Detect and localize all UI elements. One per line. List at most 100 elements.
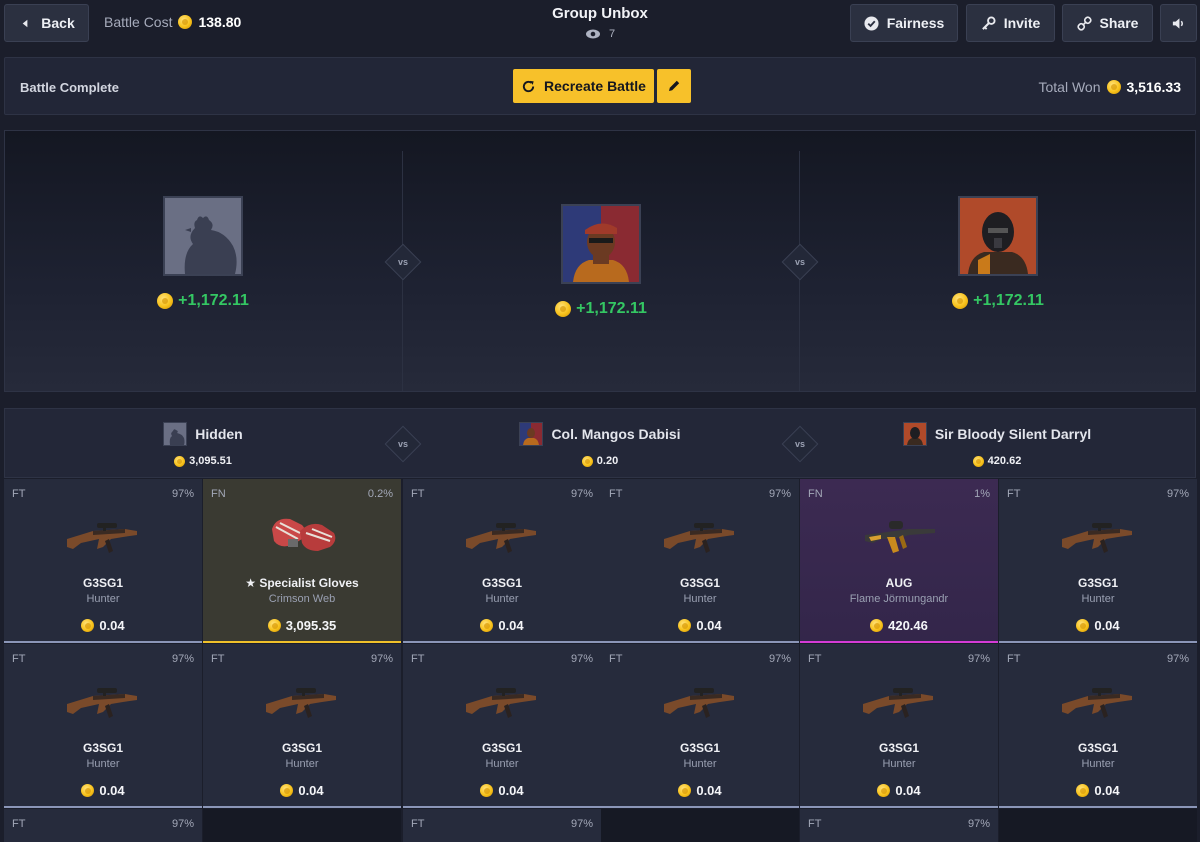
total-won-value: 3,516.33 (1126, 79, 1182, 95)
item-condition: FT (12, 818, 26, 830)
g3sg1-rifle-image (462, 674, 542, 724)
item-price: 0.04 (601, 618, 799, 633)
coin-icon (1076, 619, 1090, 632)
key-icon (981, 15, 996, 30)
item-name: G3SG1 (1077, 576, 1119, 590)
battle-cost: Battle Cost 138.80 (104, 14, 241, 30)
item-condition: FT (1007, 488, 1021, 500)
chicken-avatar-icon (164, 423, 187, 445)
item-name: G3SG1 (281, 741, 323, 755)
item-price: 0.04 (800, 783, 998, 798)
gloves-image (262, 509, 342, 559)
item-card[interactable]: FT 97% G3SG1 Hunter 0.04 (4, 644, 202, 808)
item-card[interactable]: FT 97% G3SG1 Hunter 0.04 (4, 479, 202, 643)
coin-icon (267, 619, 281, 632)
item-price: 0.04 (999, 618, 1197, 633)
item-card[interactable]: FT 97% (800, 809, 998, 842)
player-name-row: Hidden (5, 422, 401, 446)
battle-cost-value: 138.80 (198, 14, 242, 30)
share-label: Share (1099, 15, 1139, 31)
item-card[interactable]: FN 1% AUG Flame Jörmungandr 420.46 (800, 479, 998, 643)
item-condition: FT (411, 488, 425, 500)
total-won: Total Won 3,516.33 (1039, 79, 1182, 95)
item-price: 420.46 (800, 618, 998, 633)
item-skin: Hunter (683, 593, 717, 605)
g3sg1-rifle-image (63, 674, 143, 724)
player-total: 0.20 (402, 455, 798, 467)
arena-player-1: +1,172.11 (123, 196, 283, 310)
item-price-value: 0.04 (298, 783, 324, 798)
item-card[interactable]: FT 97% G3SG1 Hunter 0.04 (601, 479, 799, 643)
coin-icon (555, 301, 572, 317)
player-name: Col. Mangos Dabisi (551, 426, 681, 442)
vs-badge: vs (384, 243, 422, 281)
avatar (163, 196, 243, 276)
player-header-1: Hidden 3,095.51 (5, 409, 401, 479)
empty-slot (601, 809, 799, 842)
item-grid: FT 97% G3SG1 Hunter 0.04 FN 0.2% ★ Speci… (4, 479, 1197, 842)
vs-label: vs (794, 438, 806, 449)
player-name-row: Sir Bloody Silent Darryl (799, 422, 1195, 446)
empty-slot (999, 809, 1197, 842)
player-name: Hidden (195, 426, 243, 442)
item-card[interactable]: FT 97% (403, 809, 601, 842)
soldier-avatar-icon (563, 206, 639, 282)
item-card[interactable]: FT 97% G3SG1 Hunter 0.04 (601, 644, 799, 808)
item-name: G3SG1 (1077, 741, 1119, 755)
item-price-value: 0.04 (895, 783, 921, 798)
coin-icon (877, 784, 891, 797)
g3sg1-rifle-image (1058, 674, 1138, 724)
empty-slot (203, 809, 401, 842)
battle-status-bar: Battle Complete Recreate Battle Total Wo… (4, 57, 1196, 115)
invite-button[interactable]: Invite (966, 4, 1055, 42)
item-card[interactable]: FT 97% G3SG1 Hunter 0.04 (403, 644, 601, 808)
arena-winnings: +1,172.11 (521, 300, 681, 318)
back-button[interactable]: Back (4, 4, 89, 42)
rarity-bar (4, 641, 202, 643)
item-price: 3,095.35 (203, 618, 401, 633)
item-card[interactable]: FN 0.2% ★ Specialist Gloves Crimson Web … (203, 479, 401, 643)
battle-status: Battle Complete (20, 80, 119, 95)
viewer-count-value: 7 (608, 28, 616, 40)
edit-button[interactable] (657, 69, 691, 103)
item-card[interactable]: FT 97% G3SG1 Hunter 0.04 (203, 644, 401, 808)
chicken-avatar-icon (165, 198, 241, 274)
page-title: Group Unbox (552, 5, 648, 22)
masked-soldier-avatar-icon (903, 423, 926, 445)
player-name: Sir Bloody Silent Darryl (934, 426, 1092, 442)
coin-icon (678, 619, 692, 632)
item-card[interactable]: FT 97% G3SG1 Hunter 0.04 (999, 644, 1197, 808)
item-card[interactable]: FT 97% G3SG1 Hunter 0.04 (800, 644, 998, 808)
winnings-value: +1,172.11 (973, 292, 1044, 309)
caret-left-icon (22, 19, 28, 27)
item-odds: 97% (171, 818, 194, 830)
coin-icon (174, 455, 186, 467)
item-name: G3SG1 (679, 576, 721, 590)
item-odds: 97% (570, 818, 593, 830)
item-price-value: 0.04 (498, 618, 524, 633)
player-header-3: Sir Bloody Silent Darryl 420.62 (799, 409, 1195, 479)
coin-icon (157, 293, 174, 309)
item-card[interactable]: FT 97% G3SG1 Hunter 0.04 (999, 479, 1197, 643)
arena-winnings: +1,172.11 (918, 292, 1078, 310)
g3sg1-rifle-image (1058, 509, 1138, 559)
item-odds: 97% (370, 653, 393, 665)
item-card[interactable]: FT 97% (4, 809, 202, 842)
aug-rifle-image (859, 509, 939, 559)
item-odds: 97% (1166, 653, 1189, 665)
item-price-value: 0.04 (498, 783, 524, 798)
recreate-battle-button[interactable]: Recreate Battle (513, 69, 654, 103)
coin-icon (81, 784, 95, 797)
total-won-label: Total Won (1038, 79, 1101, 95)
g3sg1-rifle-image (859, 674, 939, 724)
item-card[interactable]: FT 97% G3SG1 Hunter 0.04 (403, 479, 601, 643)
fairness-button[interactable]: Fairness (850, 4, 958, 42)
item-skin: Hunter (86, 593, 120, 605)
sound-toggle-button[interactable] (1160, 4, 1197, 42)
avatar (163, 422, 188, 446)
share-button[interactable]: Share (1062, 4, 1153, 42)
item-odds: 97% (570, 653, 593, 665)
player-total-value: 0.20 (596, 455, 619, 467)
avatar (519, 422, 544, 446)
rarity-bar (403, 806, 601, 808)
